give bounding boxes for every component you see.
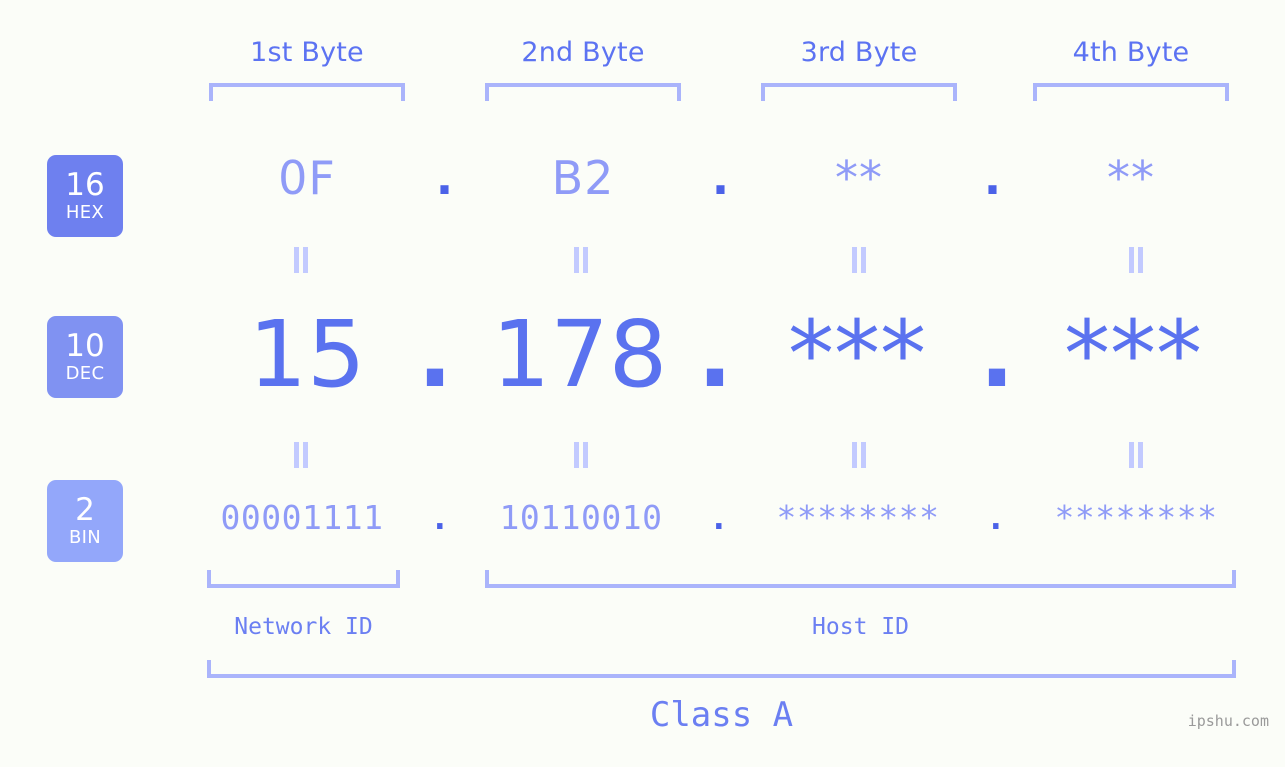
base-badge-dec-name: DEC (65, 363, 105, 384)
equals-mark-dec-bin-2 (570, 442, 592, 468)
base-badge-bin-name: BIN (68, 527, 102, 548)
bin-byte-1: 00001111 (220, 498, 384, 537)
host-id-bracket (485, 570, 1236, 588)
network-id-bracket (207, 570, 400, 588)
byte-header-1: 1st Byte (250, 37, 364, 68)
class-bracket (207, 660, 1236, 678)
dec-byte-4: *** (1064, 301, 1202, 408)
site-watermark: ipshu.com (1187, 712, 1269, 730)
equals-mark-hex-dec-1 (290, 247, 312, 273)
equals-mark-dec-bin-4 (1125, 442, 1147, 468)
byte-bracket-4 (1033, 83, 1229, 101)
dec-separator-2: . (697, 301, 733, 408)
byte-header-2: 2nd Byte (521, 37, 645, 68)
hex-byte-4: ** (1107, 151, 1155, 205)
bin-separator-1: . (429, 498, 451, 537)
host-id-label: Host ID (812, 614, 909, 640)
dec-byte-1: 15 (248, 301, 366, 408)
hex-byte-3: ** (835, 151, 883, 205)
hex-separator-1: . (435, 151, 455, 205)
base-badge-dec-number: 10 (65, 328, 105, 364)
network-id-label: Network ID (234, 614, 373, 640)
bin-separator-2: . (708, 498, 730, 537)
equals-mark-dec-bin-3 (848, 442, 870, 468)
byte-bracket-2 (485, 83, 681, 101)
byte-bracket-1 (209, 83, 405, 101)
dec-separator-3: . (979, 301, 1015, 408)
hex-byte-2: B2 (551, 151, 615, 205)
dec-byte-2: 178 (491, 301, 668, 408)
bin-separator-3: . (985, 498, 1007, 537)
base-badge-hex-name: HEX (65, 202, 105, 223)
base-badge-bin-number: 2 (75, 492, 95, 528)
base-badge-hex[interactable]: 16 HEX (47, 155, 123, 237)
dec-byte-3: *** (788, 301, 926, 408)
hex-separator-3: . (983, 151, 1003, 205)
base-badge-dec[interactable]: 10 DEC (47, 316, 123, 398)
hex-byte-1: 0F (278, 151, 336, 205)
equals-mark-hex-dec-2 (570, 247, 592, 273)
ip-address-breakdown-diagram: 1st Byte 2nd Byte 3rd Byte 4th Byte 16 H… (0, 0, 1285, 767)
byte-bracket-3 (761, 83, 957, 101)
dec-separator-1: . (417, 301, 453, 408)
hex-separator-2: . (711, 151, 731, 205)
bin-byte-3: ******** (776, 498, 940, 537)
equals-mark-hex-dec-4 (1125, 247, 1147, 273)
byte-header-3: 3rd Byte (800, 37, 918, 68)
base-badge-bin[interactable]: 2 BIN (47, 480, 123, 562)
byte-header-4: 4th Byte (1072, 37, 1190, 68)
bin-byte-2: 10110010 (499, 498, 663, 537)
equals-mark-dec-bin-1 (290, 442, 312, 468)
class-label: Class A (649, 695, 794, 735)
bin-byte-4: ******** (1054, 498, 1218, 537)
equals-mark-hex-dec-3 (848, 247, 870, 273)
base-badge-hex-number: 16 (65, 167, 105, 203)
